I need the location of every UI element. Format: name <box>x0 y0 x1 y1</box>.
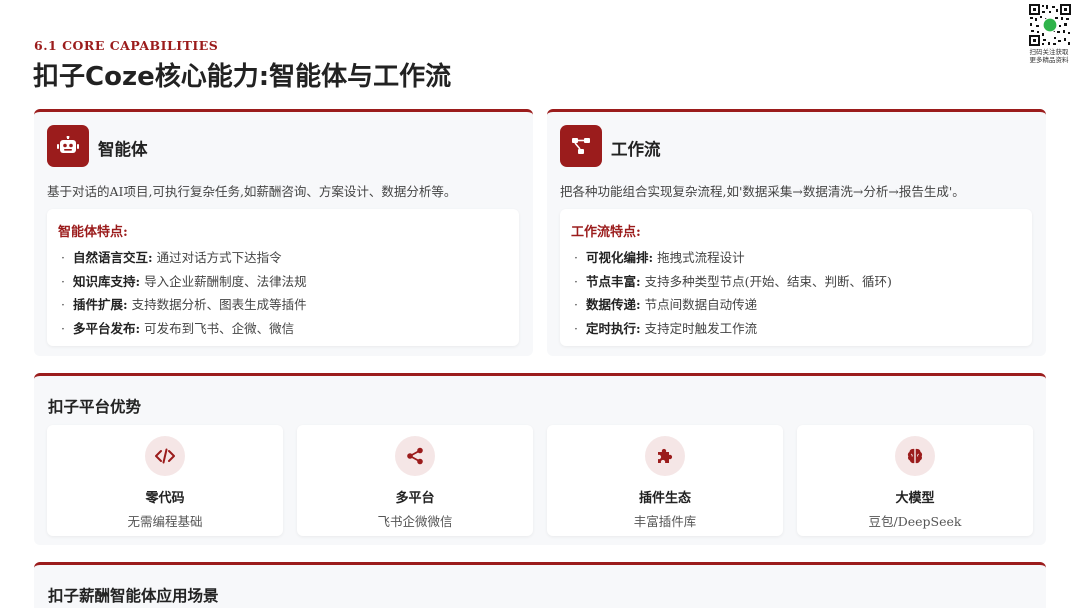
list-item: · 多平台发布: 可发布到飞书、企微、微信 <box>61 320 295 336</box>
robot-icon <box>47 125 89 167</box>
agent-card-description: 基于对话的AI项目,可执行复杂任务,如薪酬咨询、方案设计、数据分析等。 <box>47 184 457 199</box>
list-item: · 可视化编排: 拖拽式流程设计 <box>574 250 745 265</box>
agent-card: 智能体 基于对话的AI项目,可执行复杂任务,如薪酬咨询、方案设计、数据分析等。 … <box>34 109 533 356</box>
workflow-icon <box>560 125 602 167</box>
workflow-features-list: · 可视化编排: 拖拽式流程设计 · 节点丰富: 支持多种类型节点(开始、结束、判断… <box>574 247 892 341</box>
page-title: 扣子Coze核心能力:智能体与工作流 <box>33 62 452 92</box>
puzzle-icon <box>645 436 685 476</box>
agent-features-box: 智能体特点: · 自然语言交互: 通过对话方式下达指令 · 知识库支持: 导入企业薪… <box>47 209 519 346</box>
qr-code-image <box>1028 3 1072 47</box>
platform-advantages-card: 扣子平台优势 零代码 无需编程基础 多平台 飞书企微微信 插件生态 丰富插件库 … <box>34 373 1046 545</box>
advantage-name: 零代码 <box>145 491 185 506</box>
advantage-name: 插件生态 <box>638 491 691 506</box>
list-item: · 节点丰富: 支持多种类型节点(开始、结束、判断、循环) <box>574 273 892 289</box>
advantage-multi-platform: 多平台 飞书企微微信 <box>297 425 533 536</box>
workflow-features-title: 工作流特点: <box>571 225 641 240</box>
workflow-card: 工作流 把各种功能组合实现复杂流程,如'数据采集→数据清洗→分析→报告生成'。 … <box>547 109 1046 356</box>
advantage-desc: 无需编程基础 <box>127 514 203 529</box>
list-item: · 知识库支持: 导入企业薪酬制度、法律法规 <box>61 273 307 289</box>
advantage-name: 大模型 <box>895 491 935 506</box>
advantage-desc: 飞书企微微信 <box>377 514 453 529</box>
workflow-card-title: 工作流 <box>611 140 661 159</box>
code-icon <box>145 436 185 476</box>
application-scenarios-card: 扣子薪酬智能体应用场景 <box>34 562 1046 608</box>
share-icon <box>395 436 435 476</box>
list-item: · 插件扩展: 支持数据分析、图表生成等插件 <box>61 297 307 312</box>
advantage-desc: 丰富插件库 <box>633 514 697 529</box>
workflow-card-description: 把各种功能组合实现复杂流程,如'数据采集→数据清洗→分析→报告生成'。 <box>560 184 965 199</box>
advantage-plugin-ecosystem: 插件生态 丰富插件库 <box>547 425 783 536</box>
advantage-no-code: 零代码 无需编程基础 <box>47 425 283 536</box>
advantages-title: 扣子平台优势 <box>48 397 142 416</box>
list-item: · 定时执行: 支持定时触发工作流 <box>574 320 758 336</box>
section-subtitle: 6.1 CORE CAPABILITIES <box>34 38 219 53</box>
advantage-desc: 豆包/DeepSeek <box>868 514 962 529</box>
list-item: · 自然语言交互: 通过对话方式下达指令 <box>61 250 282 265</box>
agent-features-title: 智能体特点: <box>58 225 128 240</box>
qr-caption: 扫码关注获取 更多精品资料 <box>1029 48 1069 64</box>
workflow-features-box: 工作流特点: · 可视化编排: 拖拽式流程设计 · 节点丰富: 支持多种类型节点(开… <box>560 209 1032 346</box>
list-item: · 数据传递: 节点间数据自动传递 <box>574 297 758 312</box>
brain-icon <box>895 436 935 476</box>
scenarios-title: 扣子薪酬智能体应用场景 <box>48 586 219 605</box>
agent-card-title: 智能体 <box>98 140 148 159</box>
advantage-llm: 大模型 豆包/DeepSeek <box>797 425 1033 536</box>
advantage-name: 多平台 <box>395 491 435 506</box>
agent-features-list: · 自然语言交互: 通过对话方式下达指令 · 知识库支持: 导入企业薪酬制度、法律法… <box>61 247 307 341</box>
